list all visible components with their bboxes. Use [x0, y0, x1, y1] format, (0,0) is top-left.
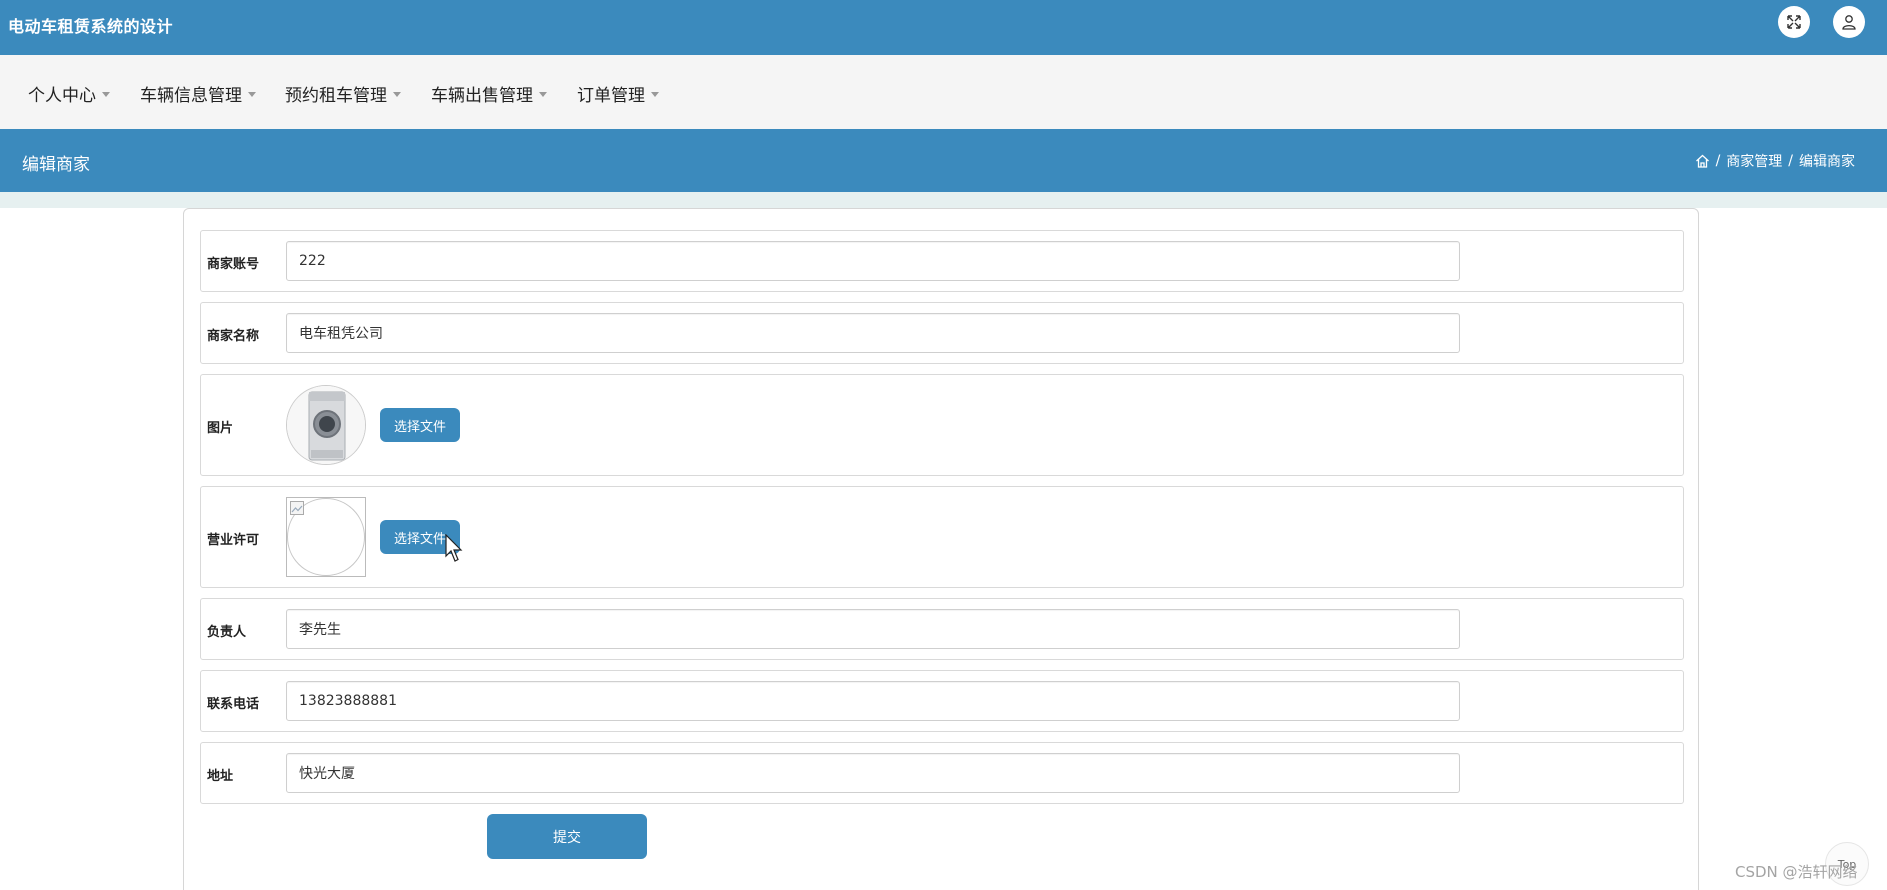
main-nav: 个人中心 车辆信息管理 预约租车管理 车辆出售管理 订单管理	[0, 55, 1887, 129]
page-header: 编辑商家 / 商家管理 / 编辑商家	[0, 129, 1887, 192]
breadcrumb-merchant-management[interactable]: 商家管理	[1726, 151, 1782, 171]
nav-item-vehicle-sale[interactable]: 车辆出售管理	[431, 81, 547, 106]
caret-down-icon	[393, 91, 401, 97]
form-row-license: 营业许可 选择文件	[200, 486, 1684, 588]
nav-item-reservation[interactable]: 预约租车管理	[285, 81, 401, 106]
manager-label: 负责人	[207, 625, 247, 640]
caret-down-icon	[651, 91, 659, 97]
watermark: CSDN @浩轩网络	[1735, 863, 1858, 881]
app-title: 电动车租赁系统的设计	[8, 17, 174, 36]
caret-down-icon	[248, 91, 256, 97]
washing-machine-image	[287, 386, 365, 464]
image-label: 图片	[207, 421, 234, 436]
page-title: 编辑商家	[22, 155, 90, 175]
nav-label: 个人中心	[28, 86, 96, 106]
breadcrumb-separator: /	[1715, 153, 1721, 169]
home-icon[interactable]	[1695, 154, 1710, 168]
nav-label: 车辆出售管理	[431, 86, 533, 106]
top-bar: 电动车租赁系统的设计	[0, 0, 1887, 55]
form-row-account: 商家账号	[200, 230, 1684, 292]
caret-down-icon	[102, 91, 110, 97]
nav-item-orders[interactable]: 订单管理	[577, 81, 659, 106]
account-input[interactable]	[286, 241, 1460, 281]
header-subband	[0, 192, 1887, 208]
fullscreen-button[interactable]	[1778, 6, 1810, 38]
address-label: 地址	[207, 769, 234, 784]
phone-label: 联系电话	[207, 697, 260, 712]
nav-item-personal-center[interactable]: 个人中心	[28, 81, 110, 106]
submit-button[interactable]: 提交	[487, 814, 647, 859]
edit-merchant-form: 商家账号 商家名称 图片 选择文件 营业许可	[183, 208, 1699, 890]
user-button[interactable]	[1833, 6, 1865, 38]
breadcrumb-current: 编辑商家	[1799, 154, 1855, 170]
merchant-name-input[interactable]	[286, 313, 1460, 353]
form-row-manager: 负责人	[200, 598, 1684, 660]
user-icon	[1842, 15, 1856, 30]
address-input[interactable]	[286, 753, 1460, 793]
license-label: 营业许可	[207, 533, 260, 548]
form-row-name: 商家名称	[200, 302, 1684, 364]
nav-item-vehicle-info[interactable]: 车辆信息管理	[140, 81, 256, 106]
phone-input[interactable]	[286, 681, 1460, 721]
choose-image-button[interactable]: 选择文件	[380, 408, 460, 442]
account-label: 商家账号	[207, 257, 260, 272]
nav-label: 订单管理	[577, 86, 645, 106]
manager-input[interactable]	[286, 609, 1460, 649]
form-row-image: 图片 选择文件	[200, 374, 1684, 476]
form-row-address: 地址	[200, 742, 1684, 804]
merchant-name-label: 商家名称	[207, 329, 260, 344]
breadcrumb: / 商家管理 / 编辑商家	[1695, 151, 1855, 171]
caret-down-icon	[539, 91, 547, 97]
nav-label: 预约租车管理	[285, 86, 387, 106]
nav-label: 车辆信息管理	[140, 86, 242, 106]
form-row-phone: 联系电话	[200, 670, 1684, 732]
broken-image-icon	[290, 501, 304, 515]
mouse-cursor-icon	[445, 534, 463, 562]
expand-icon	[1787, 15, 1801, 29]
merchant-image-preview	[286, 385, 366, 465]
breadcrumb-separator: /	[1788, 153, 1793, 169]
license-image-preview	[286, 497, 366, 577]
